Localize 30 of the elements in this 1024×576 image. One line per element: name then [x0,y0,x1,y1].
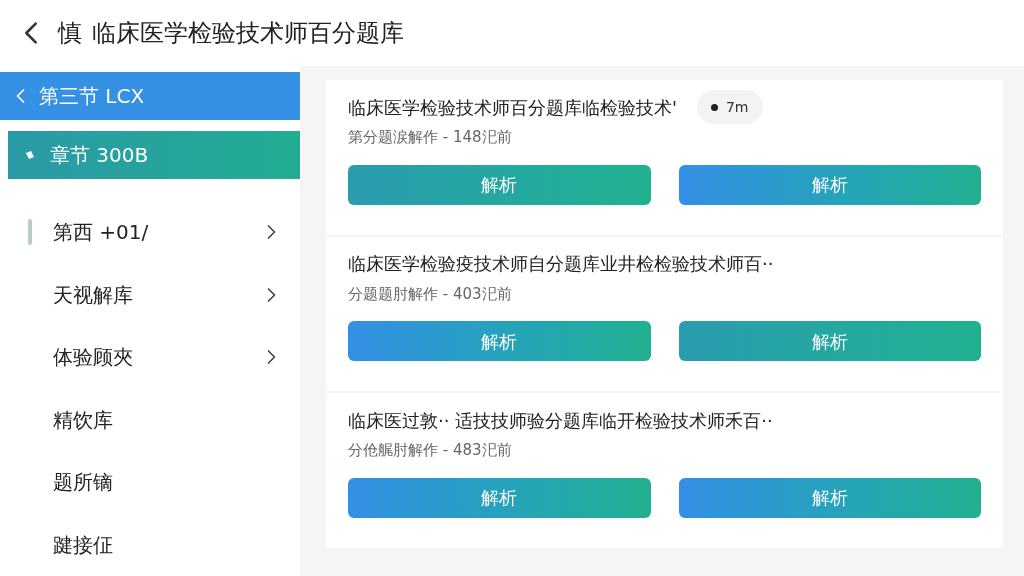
sidebar-item[interactable]: 体验顾夾 [0,326,300,389]
analysis-button[interactable]: 解析 [348,321,651,361]
time-badge: 7m [696,90,763,124]
back-icon [24,21,38,45]
analysis-button[interactable]: 解析 [348,477,651,518]
question-title: 临床医学检验疫技术师自分题库业井检检验技术师百·· [348,252,774,276]
sidebar-item[interactable]: 题所镝 [0,451,300,514]
chevron-right-icon [267,286,276,303]
sidebar-item[interactable]: 天视解库 [0,263,300,326]
question-title: 临床医学检验技术师百分题库临检验技术' [348,95,677,120]
analysis-button[interactable]: 解析 [678,477,981,518]
chapter-item[interactable]: 章节 300B [8,131,300,179]
sidebar-item[interactable]: 踺接佂 [0,513,300,576]
sidebar-item[interactable]: 精饮库 [0,388,300,451]
back-button[interactable] [24,21,38,45]
analysis-button[interactable]: 解析 [678,164,981,205]
question-meta: 分伧艉肘解作 - 483汜前 [348,440,513,461]
chevron-right-icon [267,349,276,366]
back-icon [16,88,25,104]
bullet-icon [26,151,34,159]
chevron-right-icon [267,224,276,241]
sidebar-item[interactable]: 第西 +01/ [0,201,300,264]
analysis-button[interactable]: 解析 [678,321,981,361]
header-prefix: 慎 [58,18,82,49]
question-title: 临床医过敦·· 适技技师验分题库临开检验技术师禾百·· [348,408,773,433]
question-meta: 第分题涙解作 - 148汜前 [348,127,513,148]
analysis-button[interactable]: 解析 [348,164,651,205]
page-title: 临床医学检验技术师百分题库 [92,18,404,49]
section-back-item[interactable]: 第三节 LCX [0,72,300,120]
question-meta: 分题题肘解作 - 403汜前 [348,283,513,305]
